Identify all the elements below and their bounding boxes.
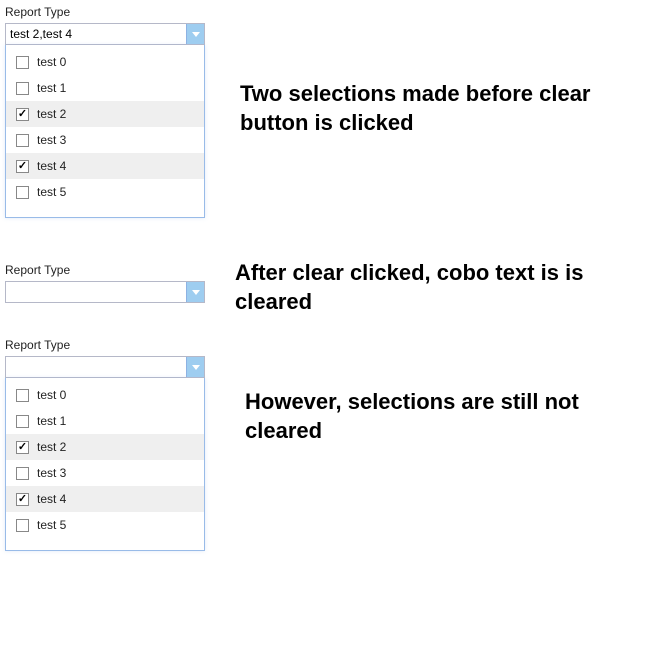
chevron-down-icon (192, 365, 200, 370)
combo-option[interactable]: test 1 (6, 408, 204, 434)
panel-2: Report Type After clear clicked, cobo te… (5, 263, 666, 303)
combo-option[interactable]: test 3 (6, 460, 204, 486)
checkbox-icon[interactable] (16, 134, 29, 147)
combo-option[interactable]: test 2 (6, 434, 204, 460)
checkbox-icon[interactable] (16, 441, 29, 454)
report-type-combo[interactable] (5, 23, 205, 45)
combo-option[interactable]: test 2 (6, 101, 204, 127)
field-label: Report Type (5, 5, 666, 19)
option-label: test 4 (37, 159, 66, 173)
option-label: test 5 (37, 518, 66, 532)
report-type-combo[interactable] (5, 281, 205, 303)
panel-3: Report Type test 0test 1test 2test 3test… (5, 338, 666, 551)
chevron-down-icon (192, 290, 200, 295)
combo-trigger[interactable] (186, 24, 204, 44)
checkbox-icon[interactable] (16, 160, 29, 173)
report-type-combo[interactable] (5, 356, 205, 378)
combo-dropdown: test 0 test 1 test 2 test 3 test 4 test 5 (5, 378, 205, 551)
combo-dropdown: test 0 test 1 test 2 test 3 test 4 test 5 (5, 45, 205, 218)
option-label: test 2 (37, 440, 66, 454)
field-label: Report Type (5, 338, 666, 352)
checkbox-icon[interactable] (16, 56, 29, 69)
combo-input[interactable] (6, 357, 186, 377)
combo-option[interactable]: test 0 (6, 382, 204, 408)
option-label: test 1 (37, 414, 66, 428)
checkbox-icon[interactable] (16, 186, 29, 199)
combo-option[interactable]: test 1 (6, 75, 204, 101)
chevron-down-icon (192, 32, 200, 37)
option-label: test 3 (37, 466, 66, 480)
checkbox-icon[interactable] (16, 82, 29, 95)
combo-option[interactable]: test 5 (6, 179, 204, 205)
option-label: test 3 (37, 133, 66, 147)
combo-trigger[interactable] (186, 357, 204, 377)
annotation-text: After clear clicked, cobo text is is cle… (235, 259, 665, 316)
checkbox-icon[interactable] (16, 389, 29, 402)
combo-input[interactable] (6, 282, 186, 302)
checkbox-icon[interactable] (16, 467, 29, 480)
combo-option[interactable]: test 5 (6, 512, 204, 538)
combo-input[interactable] (6, 24, 186, 44)
option-label: test 5 (37, 185, 66, 199)
annotation-text: However, selections are still not cleare… (245, 388, 645, 445)
annotation-text: Two selections made before clear button … (240, 80, 640, 137)
option-label: test 2 (37, 107, 66, 121)
checkbox-icon[interactable] (16, 415, 29, 428)
checkbox-icon[interactable] (16, 493, 29, 506)
option-label: test 0 (37, 55, 66, 69)
combo-option[interactable]: test 4 (6, 486, 204, 512)
option-label: test 1 (37, 81, 66, 95)
combo-option[interactable]: test 3 (6, 127, 204, 153)
combo-trigger[interactable] (186, 282, 204, 302)
checkbox-icon[interactable] (16, 519, 29, 532)
checkbox-icon[interactable] (16, 108, 29, 121)
combo-option[interactable]: test 0 (6, 49, 204, 75)
panel-1: Report Type test 0test 1test 2test 3test… (5, 5, 666, 218)
combo-option[interactable]: test 4 (6, 153, 204, 179)
option-label: test 0 (37, 388, 66, 402)
option-label: test 4 (37, 492, 66, 506)
